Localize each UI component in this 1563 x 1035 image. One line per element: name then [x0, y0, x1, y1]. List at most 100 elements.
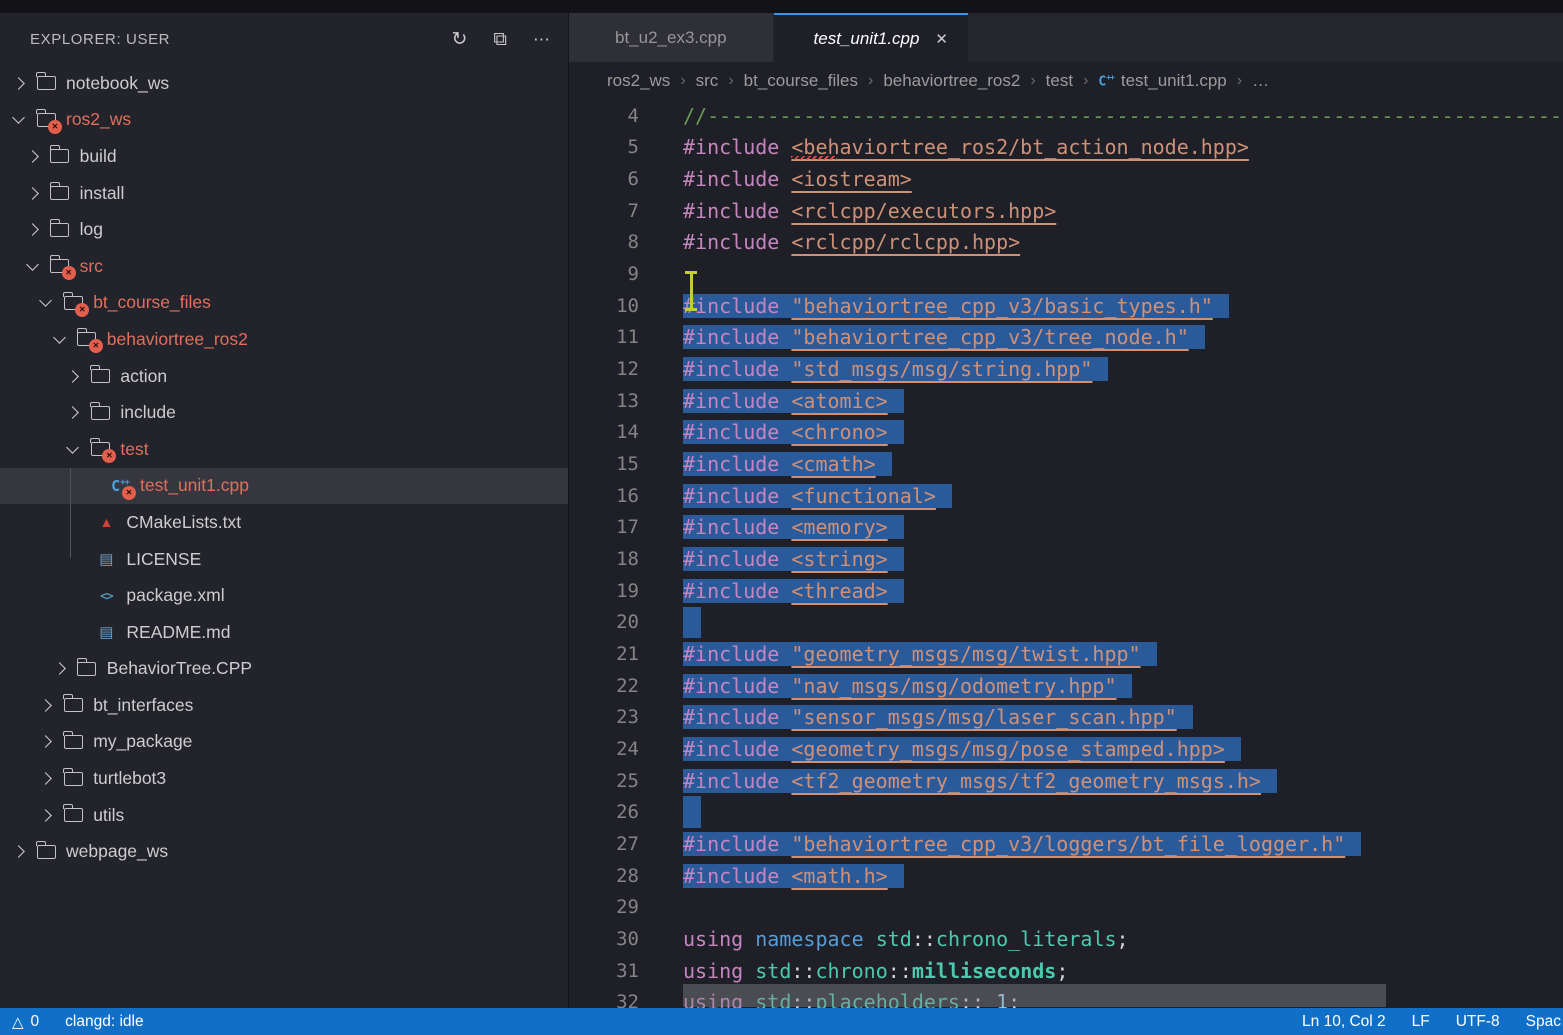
code-area[interactable]: 4//-------------------------------------… — [569, 100, 1563, 1008]
code-line-19[interactable]: 19#include <thread> — [569, 575, 1563, 607]
refresh-explorer-button[interactable]: ↻ — [452, 30, 468, 49]
tab-bt_u2_ex3.cpp[interactable]: bt_u2_ex3.cpp — [569, 13, 773, 62]
code-line-23[interactable]: 23#include "sensor_msgs/msg/laser_scan.h… — [569, 701, 1563, 733]
code-line-29[interactable]: 29 — [569, 891, 1563, 923]
code-token — [779, 452, 791, 476]
chevron-right-icon[interactable] — [53, 662, 66, 675]
tree-item-bt_course_files[interactable]: ✕bt_course_files — [0, 285, 568, 322]
tree-item-install[interactable]: install — [0, 175, 568, 212]
tree-item-label: test_unit1.cpp — [140, 475, 249, 496]
code-token: "sensor_msgs/msg/laser_scan.hpp" — [791, 705, 1176, 729]
chevron-down-icon[interactable] — [12, 112, 25, 125]
code-line-22[interactable]: 22#include "nav_msgs/msg/odometry.hpp" — [569, 670, 1563, 702]
tree-item-notebook_ws[interactable]: notebook_ws — [0, 65, 568, 102]
tree-item-turtlebot3[interactable]: turtlebot3 — [0, 760, 568, 797]
collapse-folders-button[interactable]: ⧉ — [493, 30, 507, 49]
breadcrumb-item-behaviortree_ros2[interactable]: behaviortree_ros2 — [883, 71, 1020, 91]
eol-indicator[interactable]: LF — [1412, 1013, 1430, 1031]
code-line-13[interactable]: 13#include <atomic> — [569, 385, 1563, 417]
tree-item-bt_interfaces[interactable]: bt_interfaces — [0, 687, 568, 724]
tree-item-build[interactable]: build — [0, 138, 568, 175]
horizontal-scrollbar-thumb[interactable] — [683, 984, 1386, 1007]
tree-item-my_package[interactable]: my_package — [0, 724, 568, 761]
line-number: 12 — [569, 358, 639, 380]
tree-item-package.xml[interactable]: <>package.xml — [0, 577, 568, 614]
code-line-14[interactable]: 14#include <chrono> — [569, 417, 1563, 449]
tree-item-behaviortree_ros2[interactable]: ✕behaviortree_ros2 — [0, 321, 568, 358]
chevron-right-icon[interactable] — [26, 187, 39, 200]
status-bar-left: △ 0 clangd: idle — [0, 1013, 1302, 1031]
code-line-4[interactable]: 4//-------------------------------------… — [569, 100, 1563, 132]
chevron-right-icon[interactable] — [39, 809, 52, 822]
encoding-indicator[interactable]: UTF-8 — [1456, 1013, 1500, 1031]
code-line-25[interactable]: 25#include <tf2_geometry_msgs/tf2_geomet… — [569, 765, 1563, 797]
tree-item-README.md[interactable]: ▤README.md — [0, 614, 568, 651]
tree-item-action[interactable]: action — [0, 358, 568, 395]
code-token — [779, 705, 791, 729]
tree-item-CMakeLists.txt[interactable]: ▲CMakeLists.txt — [0, 504, 568, 541]
more-actions-button[interactable]: ⋯ — [533, 31, 550, 48]
code-line-30[interactable]: 30using namespace std::chrono_literals; — [569, 923, 1563, 955]
breadcrumb-item-…[interactable]: … — [1252, 71, 1269, 91]
tree-item-webpage_ws[interactable]: webpage_ws — [0, 833, 568, 870]
breadcrumb-item-test_unit1.cpp[interactable]: C++test_unit1.cpp — [1098, 71, 1226, 91]
breadcrumb-item-ros2_ws[interactable]: ros2_ws — [607, 71, 670, 91]
close-icon[interactable]: ✕ — [935, 30, 948, 48]
code-line-8[interactable]: 8#include <rclcpp/rclcpp.hpp> — [569, 227, 1563, 259]
code-line-9[interactable]: 9 — [569, 258, 1563, 290]
code-line-20[interactable]: 20 — [569, 607, 1563, 639]
problems-indicator[interactable]: △ 0 — [12, 1013, 39, 1031]
tree-item-src[interactable]: ✕src — [0, 248, 568, 285]
tree-item-test[interactable]: ✕test — [0, 431, 568, 468]
warning-triangle-icon: △ — [12, 1013, 24, 1031]
chevron-right-icon[interactable] — [39, 736, 52, 749]
chevron-right-icon[interactable] — [12, 77, 25, 90]
chevron-down-icon[interactable] — [67, 441, 80, 454]
code-line-11[interactable]: 11#include "behaviortree_cpp_v3/tree_nod… — [569, 322, 1563, 354]
chevron-down-icon[interactable] — [53, 331, 66, 344]
line-content: #include <chrono> — [683, 420, 904, 444]
cursor-position[interactable]: Ln 10, Col 2 — [1302, 1013, 1386, 1031]
breadcrumb-item-test[interactable]: test — [1046, 71, 1073, 91]
clangd-status[interactable]: clangd: idle — [65, 1013, 143, 1031]
code-line-27[interactable]: 27#include "behaviortree_cpp_v3/loggers/… — [569, 828, 1563, 860]
code-line-26[interactable]: 26 — [569, 796, 1563, 828]
code-line-10[interactable]: 10#include "behaviortree_cpp_v3/basic_ty… — [569, 290, 1563, 322]
breadcrumb-item-bt_course_files[interactable]: bt_course_files — [744, 71, 858, 91]
tree-item-LICENSE[interactable]: ▤LICENSE — [0, 541, 568, 578]
tree-item-BehaviorTree.CPP[interactable]: BehaviorTree.CPP — [0, 651, 568, 688]
tree-item-test_unit1.cpp[interactable]: C++✕test_unit1.cpp — [0, 468, 568, 505]
code-line-18[interactable]: 18#include <string> — [569, 543, 1563, 575]
breadcrumb: ros2_ws›src›bt_course_files›behaviortree… — [569, 62, 1563, 100]
tree-item-utils[interactable]: utils — [0, 797, 568, 834]
collapse-folders-icon: ⧉ — [493, 29, 507, 50]
chevron-right-icon[interactable] — [39, 772, 52, 785]
tab-test_unit1.cpp[interactable]: test_unit1.cpp✕ — [774, 13, 968, 62]
code-line-17[interactable]: 17#include <memory> — [569, 512, 1563, 544]
tree-item-ros2_ws[interactable]: ✕ros2_ws — [0, 102, 568, 139]
code-line-12[interactable]: 12#include "std_msgs/msg/string.hpp" — [569, 353, 1563, 385]
code-line-16[interactable]: 16#include <functional> — [569, 480, 1563, 512]
code-line-31[interactable]: 31using std::chrono::milliseconds; — [569, 955, 1563, 987]
tree-item-include[interactable]: include — [0, 394, 568, 431]
code-line-24[interactable]: 24#include <geometry_msgs/msg/pose_stamp… — [569, 733, 1563, 765]
code-line-21[interactable]: 21#include "geometry_msgs/msg/twist.hpp" — [569, 638, 1563, 670]
chevron-right-icon[interactable] — [67, 370, 80, 383]
chevron-right-icon[interactable] — [67, 406, 80, 419]
breadcrumb-item-src[interactable]: src — [696, 71, 719, 91]
chevron-down-icon[interactable] — [26, 258, 39, 271]
code-line-6[interactable]: 6#include <iostream> — [569, 163, 1563, 195]
code-token: <thread> — [791, 579, 887, 603]
tree-item-log[interactable]: log — [0, 211, 568, 248]
code-line-7[interactable]: 7#include <rclcpp/executors.hpp> — [569, 195, 1563, 227]
chevron-down-icon[interactable] — [39, 294, 52, 307]
chevron-right-icon[interactable] — [26, 150, 39, 163]
chevron-right-icon[interactable] — [39, 699, 52, 712]
indentation-indicator[interactable]: Spac — [1526, 1013, 1561, 1031]
code-line-5[interactable]: 5#include <behaviortree_ros2/bt_action_n… — [569, 132, 1563, 164]
code-line-28[interactable]: 28#include <math.h> — [569, 860, 1563, 892]
explorer-actions: ↻ ⧉ ⋯ — [452, 30, 551, 49]
chevron-right-icon[interactable] — [26, 223, 39, 236]
chevron-right-icon[interactable] — [12, 845, 25, 858]
code-line-15[interactable]: 15#include <cmath> — [569, 448, 1563, 480]
